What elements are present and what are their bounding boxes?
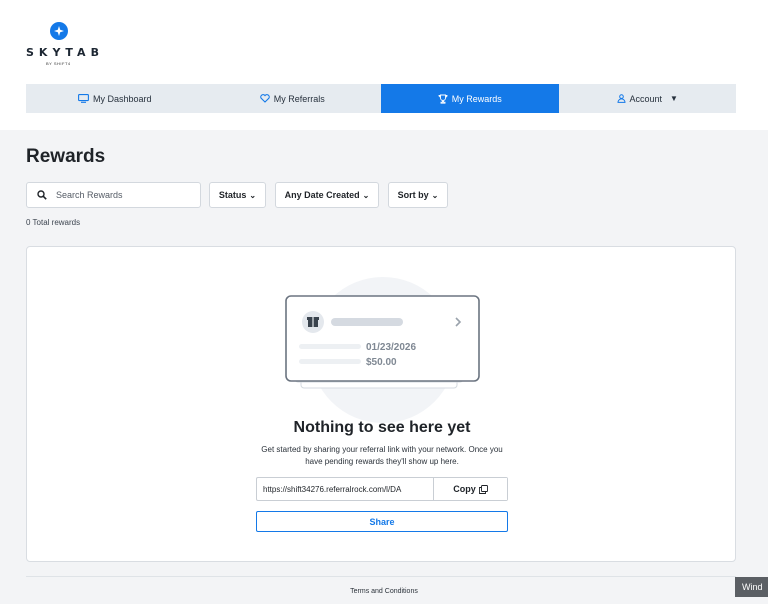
rewards-empty-card: 01/23/2026 $50.00 Nothing to see here ye… xyxy=(26,246,736,562)
logo-wordmark: SKYTAB xyxy=(26,46,104,59)
chevron-down-icon: ⌄ xyxy=(431,190,439,200)
rewards-count: 0 Total rewards xyxy=(26,218,81,227)
search-input[interactable] xyxy=(56,190,176,200)
tab-label: Account xyxy=(629,93,663,104)
illustration-date: 01/23/2026 xyxy=(366,342,416,353)
tab-label: My Referrals xyxy=(273,93,325,104)
monitor-icon xyxy=(78,94,89,103)
chevron-down-icon: ⌄ xyxy=(362,190,370,200)
tab-label: My Rewards xyxy=(451,93,502,104)
referral-link-row: Copy xyxy=(256,477,508,501)
empty-rewards-illustration: 01/23/2026 $50.00 xyxy=(285,277,480,423)
search-box[interactable] xyxy=(26,182,201,208)
copy-icon xyxy=(478,484,488,494)
chevron-down-icon: ⌄ xyxy=(249,190,257,200)
windows-activation-badge: Wind xyxy=(735,577,768,597)
tab-my-rewards[interactable]: My Rewards xyxy=(381,84,559,113)
copy-label: Copy xyxy=(453,484,476,494)
illustration-amount: $50.00 xyxy=(366,357,397,368)
filter-label: Status xyxy=(218,190,247,200)
copy-button[interactable]: Copy xyxy=(433,478,507,500)
tab-account[interactable]: Account ▼ xyxy=(559,84,737,113)
tab-my-referrals[interactable]: My Referrals xyxy=(204,84,382,113)
referral-link-input[interactable] xyxy=(257,478,433,500)
terms-link[interactable]: Terms and Conditions xyxy=(0,588,768,595)
page-title: Rewards xyxy=(26,146,106,167)
heart-icon xyxy=(259,94,270,103)
share-button[interactable]: Share xyxy=(256,511,508,532)
footer-divider xyxy=(26,576,736,577)
user-icon xyxy=(617,94,626,103)
logo-subtitle: BY SHIFT4 xyxy=(46,61,71,66)
date-filter[interactable]: Any Date Created ⌄ xyxy=(275,182,379,208)
trophy-icon xyxy=(438,94,448,104)
skytab-logo[interactable]: SKYTAB BY SHIFT4 xyxy=(26,22,106,72)
empty-state-description: Get started by sharing your referral lin… xyxy=(261,445,503,466)
tab-label: My Dashboard xyxy=(92,93,152,104)
main-nav: My Dashboard My Referrals My Rewards Acc… xyxy=(26,84,736,113)
status-filter[interactable]: Status ⌄ xyxy=(209,182,266,208)
logo-mark-icon xyxy=(50,22,68,40)
tab-my-dashboard[interactable]: My Dashboard xyxy=(26,84,204,113)
filter-label: Any Date Created xyxy=(284,190,360,200)
filter-label: Sort by xyxy=(397,190,429,200)
empty-state-title: Nothing to see here yet xyxy=(293,419,471,436)
header: SKYTAB BY SHIFT4 My Dashboard My Referra… xyxy=(0,0,768,130)
caret-down-icon: ▼ xyxy=(670,94,678,103)
search-icon xyxy=(37,190,47,200)
sort-dropdown[interactable]: Sort by ⌄ xyxy=(388,182,448,208)
